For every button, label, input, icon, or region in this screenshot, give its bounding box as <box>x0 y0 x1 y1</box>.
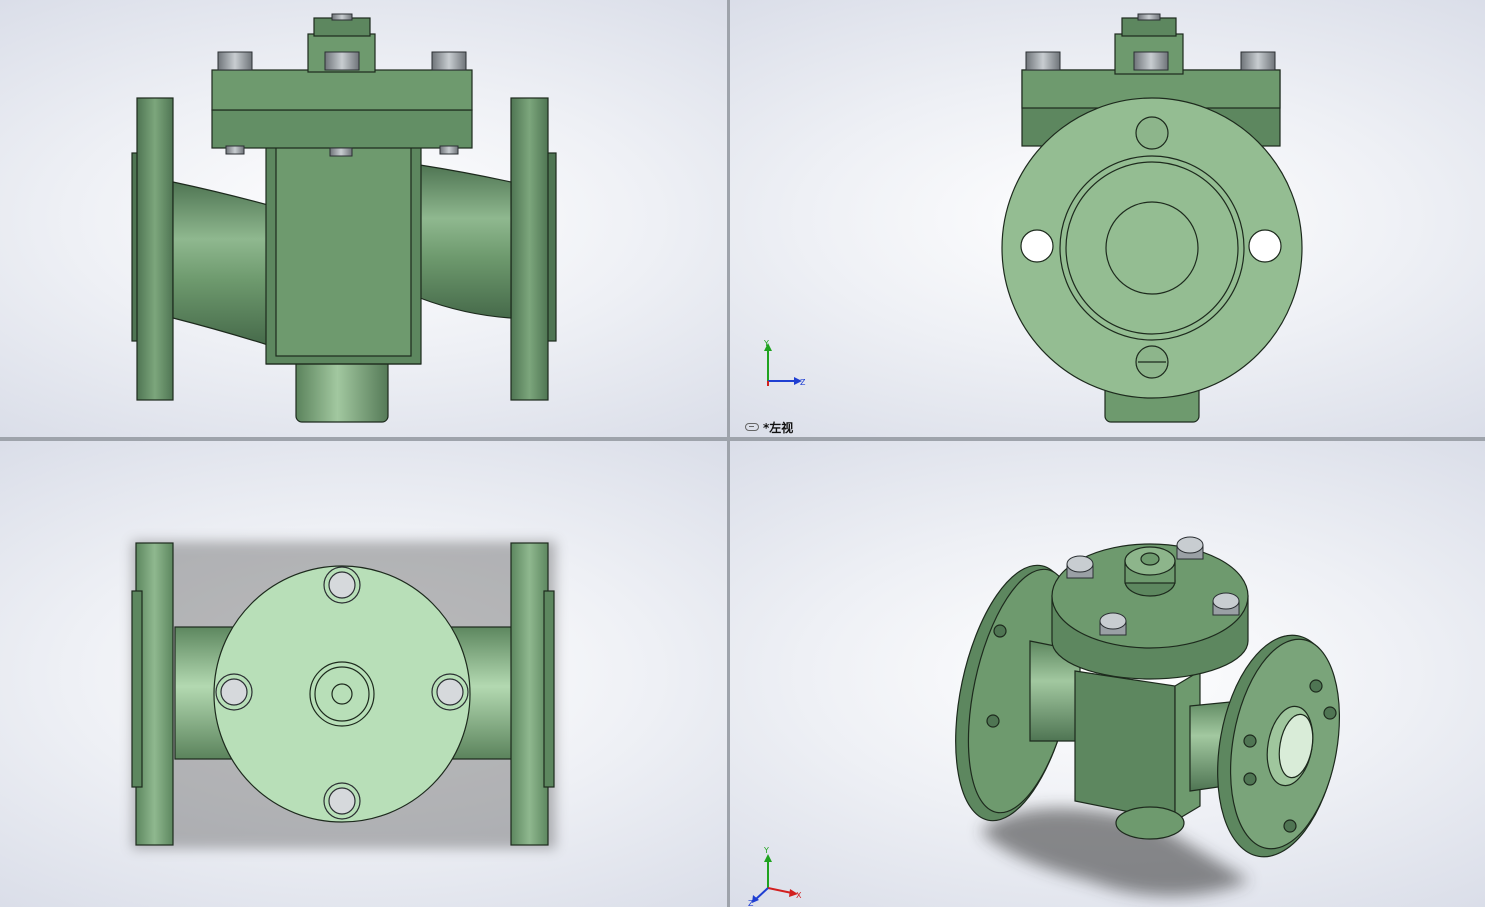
bonnet <box>211 17 473 149</box>
horizontal-viewport-splitter[interactable] <box>0 437 1485 441</box>
triad-y-label: Y <box>763 339 769 348</box>
valve-body <box>265 145 422 365</box>
triad-icon: Y Z <box>763 339 806 387</box>
triad-icon: Y X Z <box>748 846 802 907</box>
view-name-text: *左视 <box>763 420 794 435</box>
viewport-front[interactable] <box>0 0 727 437</box>
viewport-left[interactable]: Y Z *左视 <box>730 0 1485 437</box>
right-pipe <box>419 164 512 319</box>
left-view-model: Y Z <box>763 13 1303 423</box>
front-view-model <box>131 13 557 423</box>
vertical-viewport-splitter[interactable] <box>727 0 730 907</box>
viewport-top[interactable] <box>0 441 727 907</box>
triad-y-label: Y <box>763 846 769 855</box>
isometric-view-model: Y X Z <box>748 536 1341 907</box>
view-name-label: *左视 <box>745 419 793 435</box>
bolt-hole <box>1135 116 1169 150</box>
link-icon <box>745 423 759 431</box>
bolt-hole <box>1020 229 1054 263</box>
right-flange <box>510 542 549 846</box>
triad-z-label: Z <box>748 899 754 907</box>
left-flange <box>131 97 174 401</box>
right-flange <box>510 97 557 401</box>
bolt-hole <box>1248 229 1282 263</box>
top-view-model <box>131 541 556 849</box>
bottom-stub <box>1115 806 1185 840</box>
viewport-isometric[interactable]: Y X Z <box>730 441 1485 907</box>
shadow <box>980 808 1250 896</box>
triad-z-label: Z <box>800 378 806 387</box>
triad-x-label: X <box>796 891 802 900</box>
left-pipe <box>172 181 269 346</box>
